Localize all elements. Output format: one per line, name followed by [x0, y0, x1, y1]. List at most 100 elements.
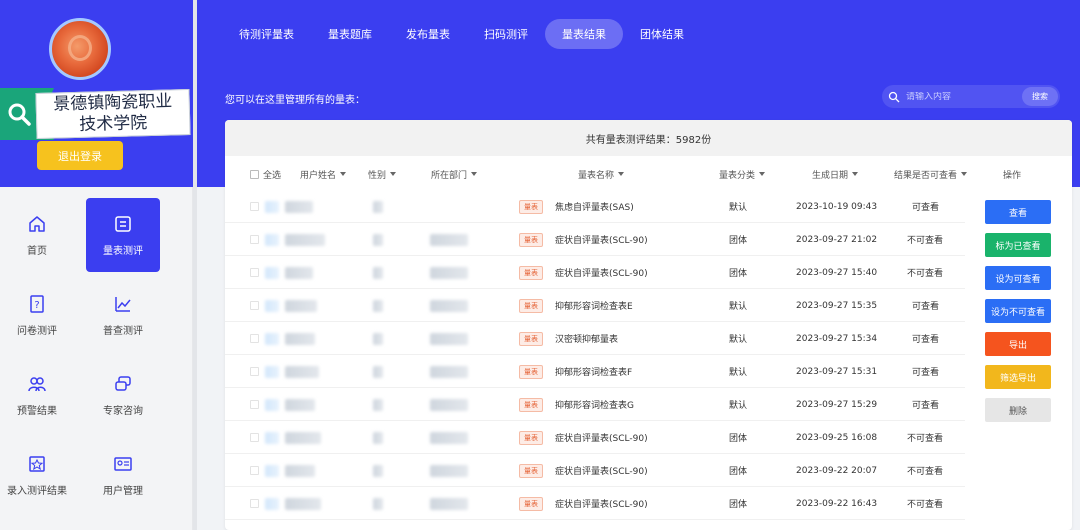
visibility-status: 可查看 — [912, 368, 940, 378]
delete-button[interactable]: 删除 — [985, 398, 1051, 422]
school-name-plate: 景德镇陶瓷职业 技术学院 — [35, 88, 191, 140]
expert-chat-icon — [115, 375, 131, 391]
checkbox[interactable] — [250, 202, 259, 211]
sidebar-item-scale-test[interactable]: 量表测评 — [86, 198, 160, 272]
table-row[interactable]: 量表 抑郁形容词检查表G 默认 2023-09-27 15:29 可查看 — [225, 388, 965, 421]
visibility-status: 可查看 — [912, 203, 940, 213]
school-avatar — [49, 18, 111, 80]
search-input[interactable] — [906, 91, 1016, 102]
sidebar-item-home[interactable]: 首页 — [0, 198, 74, 272]
select-all-checkbox[interactable]: 全选 — [250, 164, 281, 184]
scale-category: 团体 — [729, 500, 748, 510]
visibility-status: 可查看 — [912, 401, 940, 411]
sort-caret-icon — [852, 172, 859, 176]
generated-date: 2023-09-27 21:02 — [796, 234, 878, 245]
checkbox[interactable] — [250, 400, 259, 409]
department-redacted — [430, 223, 468, 256]
user-name-redacted — [265, 256, 313, 289]
col-scale-name[interactable]: 量表名称 — [578, 164, 625, 184]
generated-date: 2023-09-22 16:43 — [796, 498, 878, 509]
row-checkbox[interactable] — [250, 421, 263, 454]
gender-redacted — [373, 421, 383, 454]
generated-date: 2023-09-27 15:31 — [796, 366, 878, 377]
set-invisible-button[interactable]: 设为不可查看 — [985, 299, 1051, 323]
visibility-status: 不可查看 — [907, 434, 944, 444]
table-row[interactable]: 量表 抑郁形容词检查表E 默认 2023-09-27 15:35 可查看 — [225, 289, 965, 322]
tab-publish-scale[interactable]: 发布量表 — [389, 19, 467, 49]
checkbox[interactable] — [250, 235, 259, 244]
census-chart-icon — [115, 296, 131, 312]
checkbox[interactable] — [250, 367, 259, 376]
row-checkbox[interactable] — [250, 322, 263, 355]
search-icon — [8, 103, 31, 126]
sidebar-item-expert[interactable]: 专家咨询 — [86, 358, 160, 432]
col-gender[interactable]: 性别 — [368, 164, 397, 184]
visibility-status: 可查看 — [912, 335, 940, 345]
tab-scale-results[interactable]: 量表结果 — [545, 19, 623, 49]
school-name-line2: 技术学院 — [79, 113, 148, 135]
checkbox[interactable] — [250, 433, 259, 442]
set-visible-button[interactable]: 设为可查看 — [985, 266, 1051, 290]
scale-name: 焦虑自评量表(SAS) — [555, 203, 634, 213]
sidebar-item-questionnaire[interactable]: ? 问卷测评 — [0, 278, 74, 352]
department-redacted — [430, 355, 468, 388]
department-redacted — [430, 421, 468, 454]
table-row[interactable]: 量表 症状自评量表(SCL-90) 团体 2023-09-22 20:07 不可查看 — [225, 454, 965, 487]
scale-name: 症状自评量表(SCL-90) — [555, 434, 648, 444]
row-checkbox[interactable] — [250, 487, 263, 520]
row-checkbox[interactable] — [250, 289, 263, 322]
checkbox[interactable] — [250, 466, 259, 475]
sort-caret-icon — [471, 172, 478, 176]
results-summary: 共有量表测评结果：5982份 — [225, 120, 1072, 156]
entry-result-icon — [29, 455, 45, 472]
row-checkbox[interactable] — [250, 355, 263, 388]
scale-tag: 量表 — [519, 223, 543, 256]
sidebar-item-census[interactable]: 普查测评 — [86, 278, 160, 352]
filter-export-button[interactable]: 筛选导出 — [985, 365, 1051, 389]
sidebar-item-label: 专家咨询 — [103, 405, 143, 417]
sidebar-item-entry-result[interactable]: 录入测评结果 — [0, 438, 74, 512]
table-header: 全选 用户姓名 性别 所在部门 量表名称 量表分类 生成日期 结果是否可查看 操… — [225, 164, 1072, 184]
row-checkbox[interactable] — [250, 454, 263, 487]
table-row[interactable]: 量表 症状自评量表(SCL-90) 团体 2023-09-27 21:02 不可查看 — [225, 223, 965, 256]
tab-pending-scales[interactable]: 待测评量表 — [222, 19, 311, 49]
scale-tag: 量表 — [519, 190, 543, 223]
logout-button[interactable]: 退出登录 — [37, 141, 123, 170]
row-checkbox[interactable] — [250, 388, 263, 421]
sidebar-item-label: 普查测评 — [103, 325, 143, 337]
checkbox[interactable] — [250, 301, 259, 310]
user-card-icon — [114, 456, 132, 471]
tab-qr-test[interactable]: 扫码测评 — [467, 19, 545, 49]
table-row[interactable]: 量表 症状自评量表(SCL-90) 团体 2023-09-22 16:43 不可查看 — [225, 487, 965, 520]
generated-date: 2023-09-27 15:35 — [796, 300, 878, 311]
mark-viewed-button[interactable]: 标为已查看 — [985, 233, 1051, 257]
col-visible[interactable]: 结果是否可查看 — [894, 164, 968, 184]
view-button[interactable]: 查看 — [985, 200, 1051, 224]
row-checkbox[interactable] — [250, 256, 263, 289]
table-row[interactable]: 量表 抑郁形容词检查表F 默认 2023-09-27 15:31 可查看 — [225, 355, 965, 388]
col-date[interactable]: 生成日期 — [812, 164, 859, 184]
tab-scale-library[interactable]: 量表题库 — [311, 19, 389, 49]
table-row[interactable]: 量表 症状自评量表(SCL-90) 团体 2023-09-25 16:08 不可查看 — [225, 421, 965, 454]
table-row[interactable]: 量表 汉密顿抑郁量表 默认 2023-09-27 15:34 可查看 — [225, 322, 965, 355]
visibility-status: 不可查看 — [907, 467, 944, 477]
table-row[interactable]: 量表 症状自评量表(SCL-90) 团体 2023-09-27 15:40 不可查看 — [225, 256, 965, 289]
col-department[interactable]: 所在部门 — [431, 164, 478, 184]
col-category[interactable]: 量表分类 — [719, 164, 766, 184]
tab-group-results[interactable]: 团体结果 — [623, 19, 701, 49]
search-button[interactable]: 搜索 — [1022, 87, 1058, 106]
sidebar-item-warning[interactable]: 预警结果 — [0, 358, 74, 432]
scale-tag: 量表 — [519, 421, 543, 454]
col-user-name[interactable]: 用户姓名 — [300, 164, 347, 184]
scale-tag: 量表 — [519, 388, 543, 421]
generated-date: 2023-09-22 20:07 — [796, 465, 878, 476]
checkbox[interactable] — [250, 499, 259, 508]
checkbox[interactable] — [250, 169, 259, 179]
row-checkbox[interactable] — [250, 223, 263, 256]
checkbox[interactable] — [250, 268, 259, 277]
checkbox[interactable] — [250, 334, 259, 343]
export-button[interactable]: 导出 — [985, 332, 1051, 356]
sidebar-item-user-manage[interactable]: 用户管理 — [86, 438, 160, 512]
row-checkbox[interactable] — [250, 190, 263, 223]
table-row[interactable]: 量表 焦虑自评量表(SAS) 默认 2023-10-19 09:43 可查看 — [225, 190, 965, 223]
